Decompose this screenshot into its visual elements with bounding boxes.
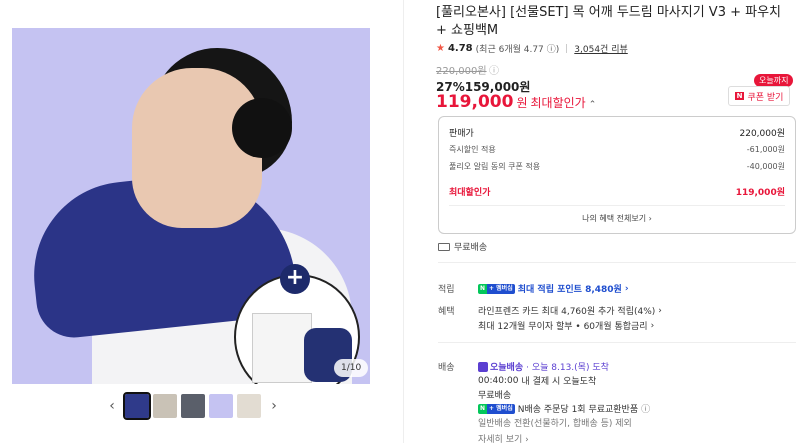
- next-image-arrow-icon[interactable]: ›: [265, 394, 283, 418]
- delivery-free-text: 무료배송: [478, 391, 512, 401]
- thumbnail-4[interactable]: [209, 394, 233, 418]
- deadline-text: 내 결제 시 오늘도착: [521, 377, 597, 387]
- see-more-link[interactable]: 자세히 보기 ›: [478, 432, 529, 443]
- max-price-amount: 119,000: [436, 92, 514, 112]
- points-row[interactable]: N + 멤버십 최대 적립 포인트 8,480원 ›: [478, 282, 629, 295]
- price-row-value: -40,000원: [746, 162, 785, 171]
- max-discount-label: 최대할인가: [449, 188, 491, 198]
- thumbnail-strip: ‹ ›: [103, 392, 283, 420]
- plus-icon: +: [280, 264, 310, 294]
- chevron-right-icon: ›: [658, 305, 662, 316]
- npay-membership-icon: N + 멤버십: [478, 403, 515, 414]
- delivery-label: 배송: [438, 363, 455, 373]
- chevron-up-icon: ⌃: [588, 100, 597, 110]
- benefits-label: 혜택: [438, 307, 455, 317]
- today-delivery-badge: 오늘배송: [478, 360, 523, 373]
- points-label: 적립: [438, 285, 455, 295]
- model-hair-bun: [232, 98, 292, 158]
- info-icon[interactable]: ⓘ: [641, 402, 650, 415]
- info-icon[interactable]: ⓘ): [547, 42, 560, 55]
- max-discount-value: 119,000원: [735, 188, 785, 198]
- rating-recent: (최근 6개월 4.77: [475, 45, 544, 55]
- star-icon: ★: [436, 43, 445, 54]
- divider: [449, 205, 785, 206]
- points-text: 최대 적립 포인트 8,480원: [517, 285, 622, 295]
- product-title: [풀리오본사] [선물SET] 목 어깨 두드림 마사지기 V3 + 파우치 +…: [436, 5, 782, 38]
- divider: [438, 342, 796, 343]
- divider: [438, 262, 796, 263]
- view-all-benefits-link[interactable]: 나의 혜택 전체보기 ›: [439, 213, 795, 224]
- price-row: 판매가 220,000원: [449, 126, 785, 139]
- original-price: 220,000원: [436, 66, 487, 77]
- max-discount-row: 최대할인가 119,000원: [449, 185, 785, 198]
- today-delivery-icon: [478, 361, 488, 372]
- price-row-value: 220,000원: [739, 129, 786, 139]
- normal-delivery-note: 일반배송 전환(선물하기, 합배송 등) 제외: [478, 419, 632, 429]
- thumbnail-1[interactable]: [123, 392, 151, 420]
- max-price-unit: 원: [516, 96, 528, 110]
- thumbnail-2[interactable]: [153, 394, 177, 418]
- rating-row: ★ 4.78 (최근 6개월 4.77 ⓘ) 3,054건 리뷰: [436, 42, 628, 55]
- truck-icon: [438, 242, 450, 251]
- installment-link[interactable]: 최대 12개월 무이자 할부 • 60개월 통합금리 ›: [478, 319, 655, 333]
- shopping-bag-image: [252, 313, 312, 383]
- max-discount-price-toggle[interactable]: 119,000 원 최대할인가 ⌃: [436, 92, 596, 112]
- free-shipping-row: 무료배송: [438, 240, 487, 253]
- price-row: 풀리오 알림 동의 쿠폰 적용 -40,000원: [449, 161, 785, 172]
- today-delivery-info: · 오늘 8.13.(목) 도착: [526, 363, 609, 373]
- npay-return-text: N배송 주문당 1회 무료교환반품: [517, 405, 639, 415]
- price-breakdown-box: 판매가 220,000원 즉시할인 적용 -61,000원 풀리오 알림 동의 …: [438, 116, 796, 234]
- divider: [566, 44, 568, 53]
- price-row-label: 즉시할인 적용: [449, 145, 496, 154]
- image-counter: 1/10: [334, 359, 369, 377]
- npay-return-row: N + 멤버십 N배송 주문당 1회 무료교환반품 ⓘ: [478, 402, 650, 415]
- prev-image-arrow-icon[interactable]: ‹: [103, 394, 121, 418]
- npay-membership-icon: N + 멤버십: [478, 283, 515, 294]
- free-shipping-label: 무료배송: [454, 243, 488, 253]
- chevron-right-icon: ›: [624, 283, 629, 294]
- price-row-value: -61,000원: [746, 145, 785, 154]
- product-gallery: + 1/10 ‹ ›: [0, 0, 404, 443]
- thumbnail-5[interactable]: [237, 394, 261, 418]
- coupon-button[interactable]: N 쿠폰 받기: [728, 86, 790, 106]
- price-row-label: 풀리오 알림 동의 쿠폰 적용: [449, 162, 541, 171]
- max-price-label: 최대할인가: [530, 96, 586, 110]
- product-info: [풀리오본사] [선물SET] 목 어깨 두드림 마사지기 V3 + 파우치 +…: [404, 0, 800, 443]
- card-benefit-text: 라인프렌즈 카드 최대 4,760원 추가 적립(4%): [478, 307, 656, 317]
- today-delivery-row[interactable]: 오늘배송 · 오늘 8.13.(목) 도착: [478, 360, 609, 373]
- deadline-row: 00:40:00 내 결제 시 오늘도착: [478, 374, 597, 388]
- rating-score: 4.78: [447, 43, 473, 54]
- reviews-link[interactable]: 3,054건 리뷰: [574, 42, 627, 55]
- naver-coupon-icon: N: [734, 92, 745, 100]
- chevron-right-icon: ›: [650, 320, 655, 331]
- price-info-icon[interactable]: ⓘ: [489, 62, 499, 77]
- price-row: 즉시할인 적용 -61,000원: [449, 144, 785, 155]
- card-benefit-link[interactable]: 라인프렌즈 카드 최대 4,760원 추가 적립(4%) ›: [478, 304, 662, 318]
- countdown-timer: 00:40:00: [478, 375, 519, 386]
- main-product-image[interactable]: +: [12, 28, 370, 384]
- installment-text: 최대 12개월 무이자 할부 • 60개월 통합금리: [478, 322, 648, 332]
- coupon-label: 쿠폰 받기: [747, 92, 784, 103]
- price-row-label: 판매가: [449, 129, 474, 139]
- thumbnail-3[interactable]: [181, 394, 205, 418]
